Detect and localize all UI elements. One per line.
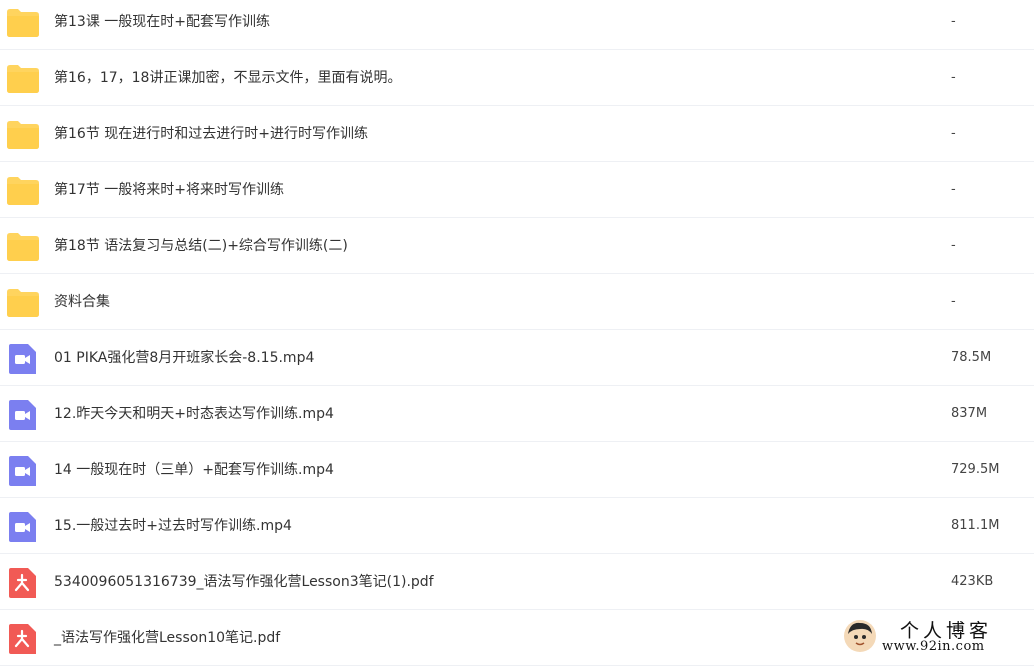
- file-name[interactable]: 14 一般现在时（三单）+配套写作训练.mp4: [54, 442, 334, 498]
- folder-icon: [6, 288, 40, 318]
- file-size: 729.5M: [951, 462, 1000, 477]
- file-row[interactable]: 5340096051316739_语法写作强化营Lesson3笔记(1).pdf…: [0, 554, 1034, 610]
- video-file-icon: [6, 400, 40, 430]
- site-watermark: 个人博客 www.92in.com: [838, 616, 1034, 658]
- file-name[interactable]: 12.昨天今天和明天+时态表达写作训练.mp4: [54, 386, 334, 442]
- file-row[interactable]: 15.一般过去时+过去时写作训练.mp4 811.1M: [0, 498, 1034, 554]
- file-row[interactable]: 第13课 一般现在时+配套写作训练 -: [0, 0, 1034, 50]
- folder-icon: [6, 64, 40, 94]
- file-name[interactable]: 第16，17，18讲正课加密，不显示文件，里面有说明。: [54, 50, 401, 106]
- file-name[interactable]: 5340096051316739_语法写作强化营Lesson3笔记(1).pdf: [54, 554, 434, 610]
- file-row[interactable]: 第18节 语法复习与总结(二)+综合写作训练(二) -: [0, 218, 1034, 274]
- pdf-file-icon: [6, 568, 40, 598]
- file-name[interactable]: 资料合集: [54, 274, 110, 330]
- folder-icon: [6, 8, 40, 38]
- file-row[interactable]: 第16，17，18讲正课加密，不显示文件，里面有说明。 -: [0, 50, 1034, 106]
- video-file-icon: [6, 456, 40, 486]
- file-row[interactable]: 第17节 一般将来时+将来时写作训练 -: [0, 162, 1034, 218]
- folder-icon: [6, 120, 40, 150]
- file-list: 第13课 一般现在时+配套写作训练 - 第16，17，18讲正课加密，不显示文件，里…: [0, 0, 1034, 666]
- file-size: -: [951, 238, 956, 253]
- file-row[interactable]: 14 一般现在时（三单）+配套写作训练.mp4 729.5M: [0, 442, 1034, 498]
- file-size: -: [951, 70, 956, 85]
- file-size: 837M: [951, 406, 988, 421]
- file-size: -: [951, 14, 956, 29]
- file-name[interactable]: 第16节 现在进行时和过去进行时+进行时写作训练: [54, 106, 368, 162]
- file-row[interactable]: 资料合集 -: [0, 274, 1034, 330]
- file-row[interactable]: 12.昨天今天和明天+时态表达写作训练.mp4 837M: [0, 386, 1034, 442]
- file-name[interactable]: 第18节 语法复习与总结(二)+综合写作训练(二): [54, 218, 348, 274]
- file-size: -: [951, 126, 956, 141]
- file-size: -: [951, 294, 956, 309]
- file-size: 811.1M: [951, 518, 1000, 533]
- video-file-icon: [6, 512, 40, 542]
- pdf-file-icon: [6, 624, 40, 654]
- file-name[interactable]: 15.一般过去时+过去时写作训练.mp4: [54, 498, 292, 554]
- watermark-url: www.92in.com: [882, 639, 985, 654]
- file-name[interactable]: 第13课 一般现在时+配套写作训练: [54, 0, 270, 50]
- file-row[interactable]: 第16节 现在进行时和过去进行时+进行时写作训练 -: [0, 106, 1034, 162]
- folder-icon: [6, 232, 40, 262]
- file-size: -: [951, 182, 956, 197]
- video-file-icon: [6, 344, 40, 374]
- file-name[interactable]: 第17节 一般将来时+将来时写作训练: [54, 162, 284, 218]
- file-size: 423KB: [951, 574, 994, 589]
- folder-icon: [6, 176, 40, 206]
- file-row[interactable]: 01 PIKA强化营8月开班家长会-8.15.mp4 78.5M: [0, 330, 1034, 386]
- file-name[interactable]: 01 PIKA强化营8月开班家长会-8.15.mp4: [54, 330, 314, 386]
- file-size: 78.5M: [951, 350, 992, 365]
- avatar: [844, 620, 876, 652]
